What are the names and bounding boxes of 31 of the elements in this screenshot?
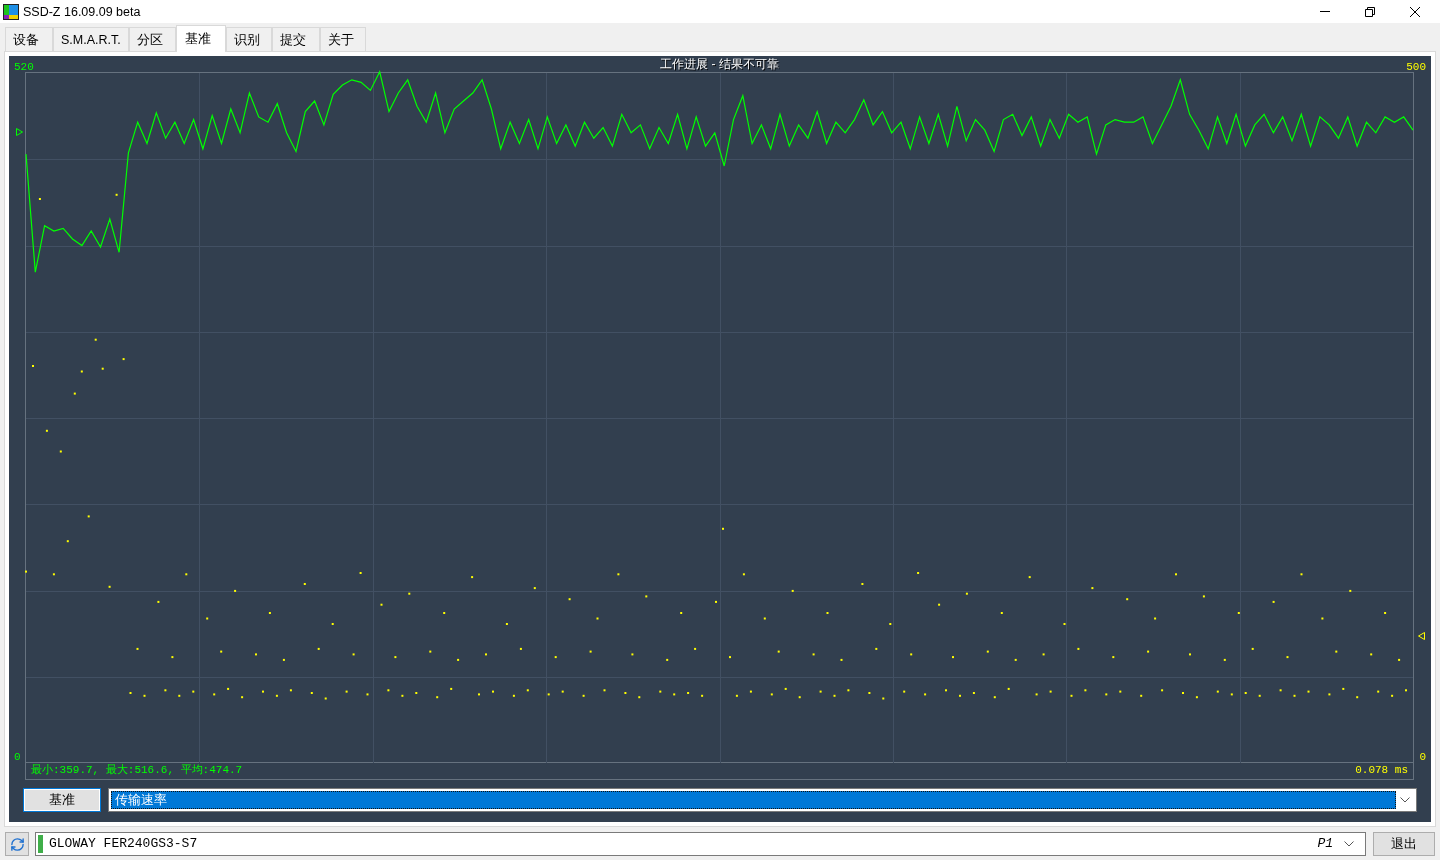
tab[interactable]: S.M.A.R.T. (53, 27, 129, 51)
drive-select[interactable]: GLOWAY FER240GS3-S7 P1 (35, 832, 1366, 856)
axis-tick-label: 0 (14, 751, 21, 763)
restore-icon (1364, 6, 1375, 17)
refresh-button[interactable] (5, 832, 29, 856)
minimize-icon (1319, 11, 1330, 12)
access-time-text: 0.078 ms (1355, 764, 1408, 777)
chevron-down-icon (1400, 797, 1410, 803)
close-icon (1409, 6, 1420, 17)
tab[interactable]: 识别 (225, 27, 272, 51)
speed-stats-text: 最小:359.7, 最大:516.6, 平均:474.7 (31, 764, 243, 777)
tab[interactable]: 关于 (319, 27, 366, 51)
axis-tick-label: 0 (1419, 751, 1426, 763)
tab[interactable]: 提交 (271, 27, 320, 51)
axis-tick-label: 500 (1406, 61, 1426, 73)
axis-tick-label: 520 (14, 61, 34, 73)
window-title: SSD-Z 16.09.09 beta (23, 3, 141, 20)
average-marker-icon (1418, 631, 1425, 640)
drive-status-icon (38, 835, 43, 853)
chevron-down-icon (1344, 841, 1354, 847)
exit-button[interactable]: 退出 (1373, 832, 1435, 856)
tab[interactable]: 设备 (5, 27, 53, 51)
refresh-icon (9, 836, 25, 852)
chart-title: 工作进展 - 结果不可靠 (660, 57, 779, 71)
tab[interactable]: 分区 (128, 27, 176, 51)
average-marker-icon (16, 127, 23, 136)
app-logo-icon (3, 3, 19, 20)
tab[interactable]: 基准 (175, 25, 226, 52)
test-select[interactable]: 传输速率 (108, 788, 1417, 812)
benchmark-button[interactable]: 基准 (23, 788, 101, 812)
port-label: P1 (1317, 836, 1333, 852)
